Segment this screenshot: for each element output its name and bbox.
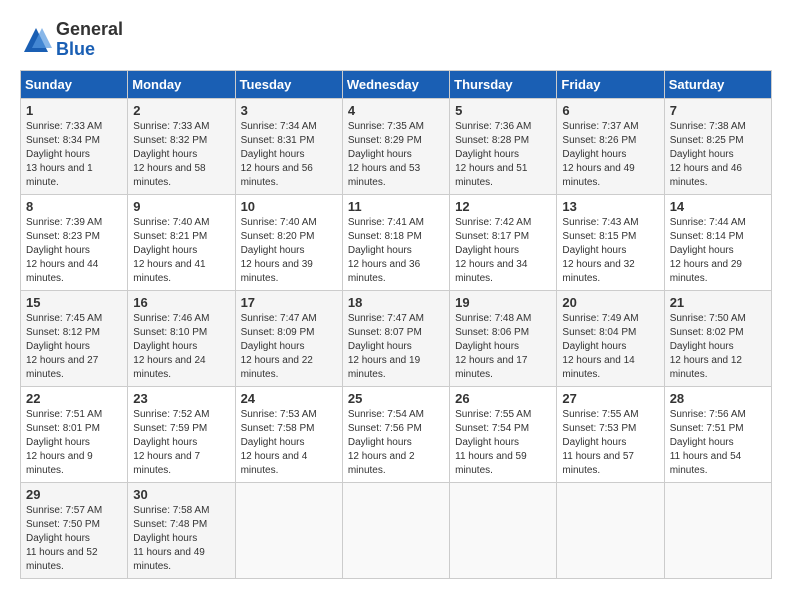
- calendar-week-row-3: 15Sunrise: 7:45 AMSunset: 8:12 PMDayligh…: [21, 290, 772, 386]
- calendar-day-11: 11Sunrise: 7:41 AMSunset: 8:18 PMDayligh…: [342, 194, 449, 290]
- calendar-week-row-5: 29Sunrise: 7:57 AMSunset: 7:50 PMDayligh…: [21, 482, 772, 578]
- weekday-header-tuesday: Tuesday: [235, 70, 342, 98]
- calendar-day-6: 6Sunrise: 7:37 AMSunset: 8:26 PMDaylight…: [557, 98, 664, 194]
- calendar-day-9: 9Sunrise: 7:40 AMSunset: 8:21 PMDaylight…: [128, 194, 235, 290]
- calendar-day-26: 26Sunrise: 7:55 AMSunset: 7:54 PMDayligh…: [450, 386, 557, 482]
- calendar-day-23: 23Sunrise: 7:52 AMSunset: 7:59 PMDayligh…: [128, 386, 235, 482]
- calendar-day-1: 1Sunrise: 7:33 AMSunset: 8:34 PMDaylight…: [21, 98, 128, 194]
- calendar-day-5: 5Sunrise: 7:36 AMSunset: 8:28 PMDaylight…: [450, 98, 557, 194]
- calendar-week-row-4: 22Sunrise: 7:51 AMSunset: 8:01 PMDayligh…: [21, 386, 772, 482]
- calendar-day-7: 7Sunrise: 7:38 AMSunset: 8:25 PMDaylight…: [664, 98, 771, 194]
- logo-text-blue: Blue: [56, 40, 123, 60]
- calendar-day-21: 21Sunrise: 7:50 AMSunset: 8:02 PMDayligh…: [664, 290, 771, 386]
- page-header: General Blue: [20, 20, 772, 60]
- empty-cell: [664, 482, 771, 578]
- logo: General Blue: [20, 20, 123, 60]
- calendar-day-13: 13Sunrise: 7:43 AMSunset: 8:15 PMDayligh…: [557, 194, 664, 290]
- calendar-day-30: 30Sunrise: 7:58 AMSunset: 7:48 PMDayligh…: [128, 482, 235, 578]
- empty-cell: [235, 482, 342, 578]
- calendar-day-16: 16Sunrise: 7:46 AMSunset: 8:10 PMDayligh…: [128, 290, 235, 386]
- calendar-day-24: 24Sunrise: 7:53 AMSunset: 7:58 PMDayligh…: [235, 386, 342, 482]
- weekday-header-sunday: Sunday: [21, 70, 128, 98]
- empty-cell: [450, 482, 557, 578]
- weekday-header-saturday: Saturday: [664, 70, 771, 98]
- calendar-day-29: 29Sunrise: 7:57 AMSunset: 7:50 PMDayligh…: [21, 482, 128, 578]
- calendar-day-25: 25Sunrise: 7:54 AMSunset: 7:56 PMDayligh…: [342, 386, 449, 482]
- empty-cell: [342, 482, 449, 578]
- calendar-day-10: 10Sunrise: 7:40 AMSunset: 8:20 PMDayligh…: [235, 194, 342, 290]
- empty-cell: [557, 482, 664, 578]
- logo-text-general: General: [56, 20, 123, 40]
- weekday-header-monday: Monday: [128, 70, 235, 98]
- calendar-day-8: 8Sunrise: 7:39 AMSunset: 8:23 PMDaylight…: [21, 194, 128, 290]
- calendar-day-28: 28Sunrise: 7:56 AMSunset: 7:51 PMDayligh…: [664, 386, 771, 482]
- calendar-day-17: 17Sunrise: 7:47 AMSunset: 8:09 PMDayligh…: [235, 290, 342, 386]
- calendar-table: SundayMondayTuesdayWednesdayThursdayFrid…: [20, 70, 772, 579]
- calendar-week-row-1: 1Sunrise: 7:33 AMSunset: 8:34 PMDaylight…: [21, 98, 772, 194]
- calendar-day-22: 22Sunrise: 7:51 AMSunset: 8:01 PMDayligh…: [21, 386, 128, 482]
- calendar-day-19: 19Sunrise: 7:48 AMSunset: 8:06 PMDayligh…: [450, 290, 557, 386]
- weekday-header-thursday: Thursday: [450, 70, 557, 98]
- calendar-day-14: 14Sunrise: 7:44 AMSunset: 8:14 PMDayligh…: [664, 194, 771, 290]
- calendar-day-27: 27Sunrise: 7:55 AMSunset: 7:53 PMDayligh…: [557, 386, 664, 482]
- calendar-day-12: 12Sunrise: 7:42 AMSunset: 8:17 PMDayligh…: [450, 194, 557, 290]
- calendar-week-row-2: 8Sunrise: 7:39 AMSunset: 8:23 PMDaylight…: [21, 194, 772, 290]
- weekday-header-friday: Friday: [557, 70, 664, 98]
- calendar-day-18: 18Sunrise: 7:47 AMSunset: 8:07 PMDayligh…: [342, 290, 449, 386]
- calendar-day-4: 4Sunrise: 7:35 AMSunset: 8:29 PMDaylight…: [342, 98, 449, 194]
- calendar-day-15: 15Sunrise: 7:45 AMSunset: 8:12 PMDayligh…: [21, 290, 128, 386]
- calendar-day-2: 2Sunrise: 7:33 AMSunset: 8:32 PMDaylight…: [128, 98, 235, 194]
- weekday-header-wednesday: Wednesday: [342, 70, 449, 98]
- calendar-day-3: 3Sunrise: 7:34 AMSunset: 8:31 PMDaylight…: [235, 98, 342, 194]
- logo-icon: [20, 24, 52, 56]
- calendar-day-20: 20Sunrise: 7:49 AMSunset: 8:04 PMDayligh…: [557, 290, 664, 386]
